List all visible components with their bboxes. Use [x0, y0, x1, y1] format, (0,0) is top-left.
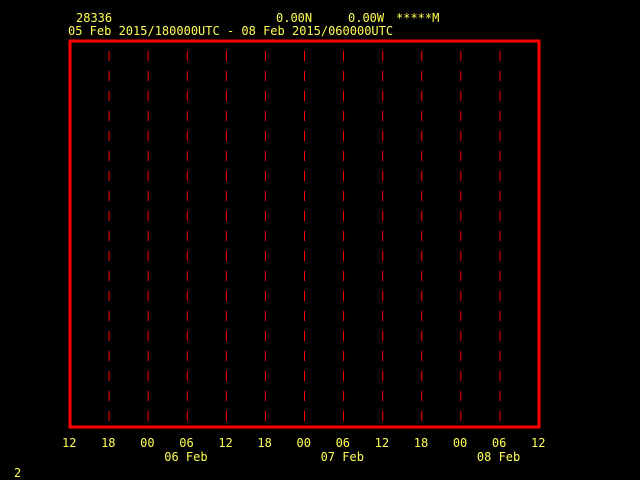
- page-number: 2: [14, 466, 22, 480]
- x-tick-label: 06: [491, 436, 507, 450]
- x-tick-label: 12: [531, 436, 546, 450]
- x-tick-label: 18: [413, 436, 429, 450]
- x-tick-label: 00: [296, 436, 311, 450]
- x-date-label: 06 Feb: [164, 450, 208, 464]
- meteogram-plot: [68, 39, 541, 429]
- gridlines: [108, 51, 501, 421]
- x-tick-label: 12: [62, 436, 77, 450]
- x-date-label: 08 Feb: [476, 450, 521, 464]
- x-tick-label: 06: [179, 436, 194, 450]
- x-date-label: 07 Feb: [320, 450, 364, 464]
- x-tick-label: 12: [374, 436, 390, 450]
- x-tick-label: 06: [335, 436, 351, 450]
- x-tick-label: 00: [452, 436, 468, 450]
- x-tick-label: 18: [257, 436, 272, 450]
- x-tick-label: 00: [140, 436, 155, 450]
- x-tick-label: 18: [101, 436, 116, 450]
- x-tick-label: 12: [218, 436, 233, 450]
